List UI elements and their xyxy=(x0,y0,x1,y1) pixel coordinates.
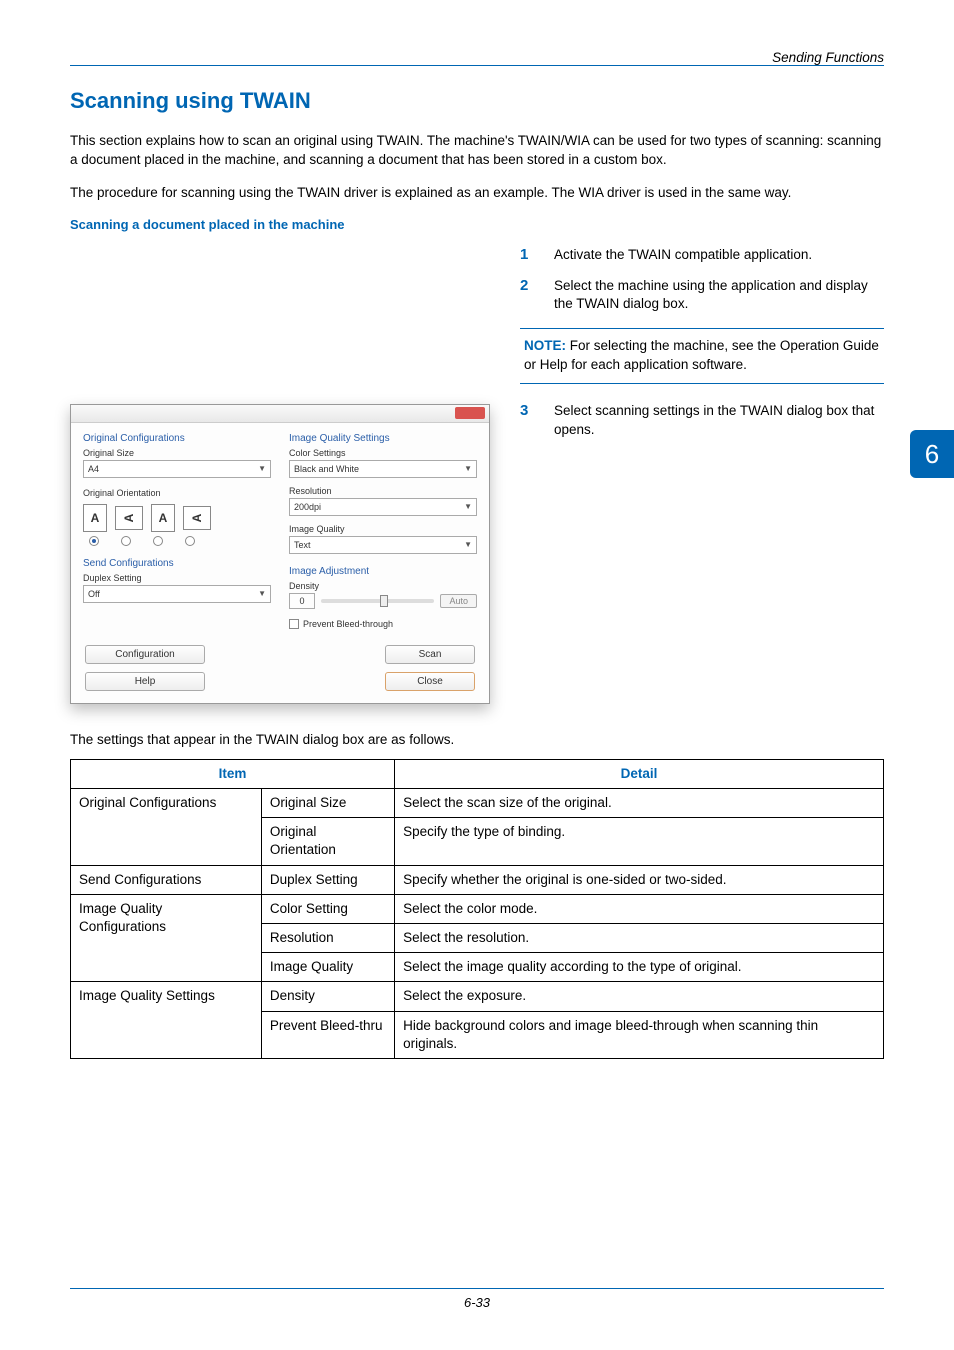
th-detail: Detail xyxy=(395,759,884,788)
original-size-select[interactable]: A4 ▼ xyxy=(83,460,271,478)
resolution-label: Resolution xyxy=(289,486,477,496)
detail-cell: Select the image quality according to th… xyxy=(395,953,884,982)
twain-dialog: Original Configurations Original Size A4… xyxy=(70,404,490,704)
page-title: Scanning using TWAIN xyxy=(70,88,884,114)
image-quality-settings-label: Image Quality Settings xyxy=(289,433,477,444)
step-2: 2 Select the machine using the applicati… xyxy=(520,277,884,315)
orientation-icon[interactable]: A xyxy=(183,506,211,530)
original-size-value: A4 xyxy=(88,464,99,474)
th-item: Item xyxy=(71,759,395,788)
detail-cell: Hide background colors and image bleed-t… xyxy=(395,1011,884,1058)
resolution-value: 200dpi xyxy=(294,502,321,512)
detail-cell: Select the exposure. xyxy=(395,982,884,1011)
original-size-label: Original Size xyxy=(83,448,271,458)
chevron-down-icon: ▼ xyxy=(464,464,472,473)
density-label: Density xyxy=(289,581,477,591)
group-cell: Send Configurations xyxy=(71,865,262,894)
note-label: NOTE: xyxy=(524,338,566,353)
resolution-select[interactable]: 200dpi ▼ xyxy=(289,498,477,516)
group-cell: Image Quality Settings xyxy=(71,982,262,1059)
header-rule xyxy=(70,65,884,66)
configuration-button[interactable]: Configuration xyxy=(85,645,205,664)
step-text: Activate the TWAIN compatible applicatio… xyxy=(554,246,884,265)
step-number: 1 xyxy=(520,246,538,265)
step-text: Select the machine using the application… xyxy=(554,277,884,315)
chevron-down-icon: ▼ xyxy=(464,502,472,511)
step-text: Select scanning settings in the TWAIN di… xyxy=(554,402,884,440)
orientation-options: A A A A xyxy=(83,504,271,532)
close-icon[interactable] xyxy=(455,407,485,419)
chevron-down-icon: ▼ xyxy=(464,540,472,549)
color-settings-value: Black and White xyxy=(294,464,359,474)
help-button[interactable]: Help xyxy=(85,672,205,691)
radio-option[interactable] xyxy=(153,536,163,546)
color-settings-label: Color Settings xyxy=(289,448,477,458)
item-cell: Prevent Bleed-thru xyxy=(261,1011,394,1058)
item-cell: Density xyxy=(261,982,394,1011)
slider-thumb[interactable] xyxy=(380,595,388,607)
image-adjustment-label: Image Adjustment xyxy=(289,566,477,577)
chapter-tab: 6 xyxy=(910,430,954,478)
note-text: For selecting the machine, see the Opera… xyxy=(524,338,879,372)
orientation-icon[interactable]: A xyxy=(115,506,143,530)
scan-button[interactable]: Scan xyxy=(385,645,475,664)
page-number: 6-33 xyxy=(70,1288,884,1310)
subheading: Scanning a document placed in the machin… xyxy=(70,217,884,232)
item-cell: Duplex Setting xyxy=(261,865,394,894)
density-slider[interactable] xyxy=(321,599,434,603)
radio-option[interactable] xyxy=(89,536,99,546)
auto-button[interactable]: Auto xyxy=(440,594,477,608)
orientation-radios xyxy=(83,536,271,546)
detail-cell: Specify the type of binding. xyxy=(395,818,884,865)
item-cell: Resolution xyxy=(261,923,394,952)
dialog-titlebar xyxy=(71,405,489,423)
duplex-setting-value: Off xyxy=(88,589,100,599)
duplex-setting-select[interactable]: Off ▼ xyxy=(83,585,271,603)
step-3: 3 Select scanning settings in the TWAIN … xyxy=(520,402,884,440)
group-cell: Image Quality Configurations xyxy=(71,894,262,982)
close-button[interactable]: Close xyxy=(385,672,475,691)
detail-cell: Select the resolution. xyxy=(395,923,884,952)
item-cell: Original Size xyxy=(261,788,394,817)
original-configurations-label: Original Configurations xyxy=(83,433,271,444)
item-cell: Color Setting xyxy=(261,894,394,923)
image-quality-value: Text xyxy=(294,540,311,550)
image-quality-select[interactable]: Text ▼ xyxy=(289,536,477,554)
intro-paragraph-2: The procedure for scanning using the TWA… xyxy=(70,184,884,203)
detail-cell: Select the scan size of the original. xyxy=(395,788,884,817)
note-box: NOTE: For selecting the machine, see the… xyxy=(520,328,884,384)
duplex-setting-label: Duplex Setting xyxy=(83,573,271,583)
intro-paragraph-1: This section explains how to scan an ori… xyxy=(70,132,884,170)
detail-cell: Select the color mode. xyxy=(395,894,884,923)
prevent-bleed-checkbox[interactable] xyxy=(289,619,299,629)
prevent-bleed-label: Prevent Bleed-through xyxy=(303,619,393,629)
step-number: 2 xyxy=(520,277,538,315)
radio-option[interactable] xyxy=(185,536,195,546)
orientation-icon[interactable]: A xyxy=(151,504,175,532)
header-section: Sending Functions xyxy=(772,50,884,65)
orientation-icon[interactable]: A xyxy=(83,504,107,532)
step-1: 1 Activate the TWAIN compatible applicat… xyxy=(520,246,884,265)
item-cell: Original Orientation xyxy=(261,818,394,865)
original-orientation-label: Original Orientation xyxy=(83,488,271,498)
chevron-down-icon: ▼ xyxy=(258,589,266,598)
item-cell: Image Quality xyxy=(261,953,394,982)
density-value: 0 xyxy=(289,593,315,609)
settings-table: Item Detail Original Configurations Orig… xyxy=(70,759,884,1059)
chevron-down-icon: ▼ xyxy=(258,464,266,473)
group-cell: Original Configurations xyxy=(71,788,262,865)
send-configurations-label: Send Configurations xyxy=(83,558,271,569)
color-settings-select[interactable]: Black and White ▼ xyxy=(289,460,477,478)
table-caption: The settings that appear in the TWAIN di… xyxy=(70,732,884,747)
image-quality-label: Image Quality xyxy=(289,524,477,534)
radio-option[interactable] xyxy=(121,536,131,546)
step-number: 3 xyxy=(520,402,538,440)
detail-cell: Specify whether the original is one-side… xyxy=(395,865,884,894)
